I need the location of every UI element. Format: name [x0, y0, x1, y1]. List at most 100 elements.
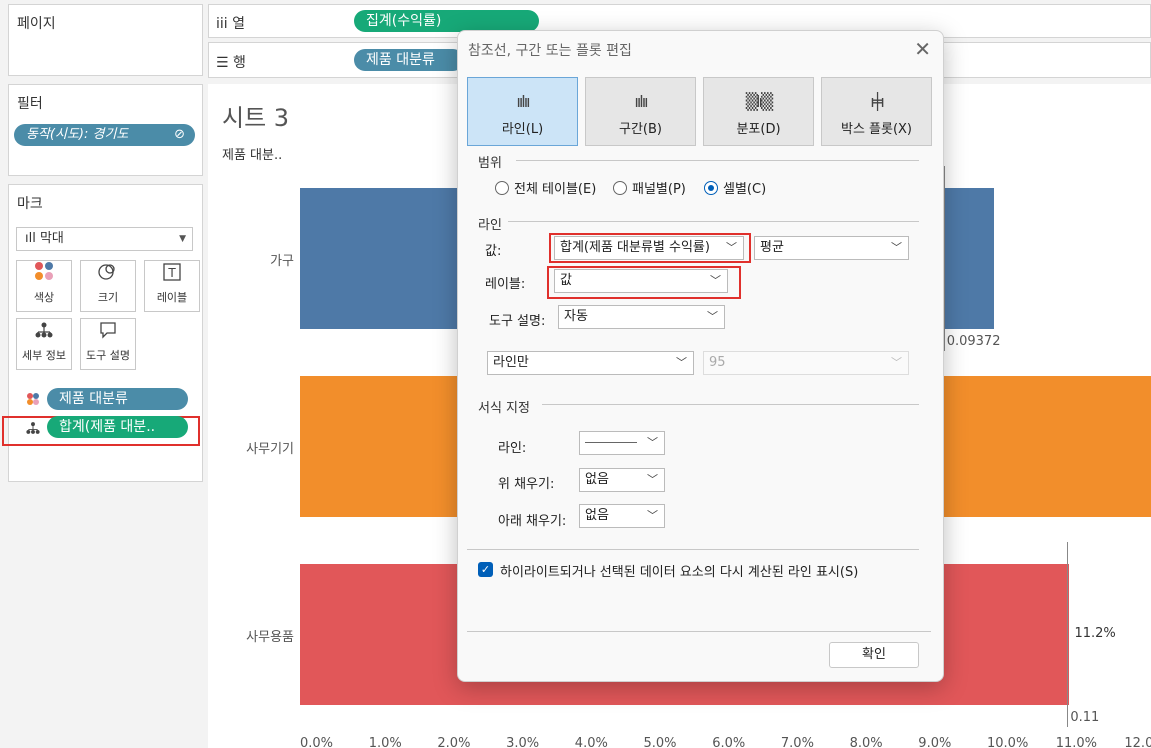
- line-type-icon: ıılıı: [516, 92, 530, 111]
- columns-pill[interactable]: 집계(수익률): [354, 10, 539, 32]
- reference-label: 0.11: [1070, 710, 1100, 725]
- distribution-type-icon: ▒lı▒: [745, 92, 774, 111]
- chevron-down-icon: ﹀: [891, 241, 902, 254]
- ok-button[interactable]: 확인: [829, 642, 919, 668]
- rows-pill-label: 제품 대분류: [366, 52, 435, 68]
- section-divider: [542, 404, 919, 405]
- line-mode-dropdown[interactable]: 라인만 ﹀: [487, 351, 694, 375]
- scope-pane-radio[interactable]: 패널별(P): [613, 178, 686, 197]
- size-button[interactable]: 크기: [80, 260, 136, 312]
- mark-pill-category[interactable]: 제품 대분류: [47, 388, 188, 410]
- radio-circle-selected: [704, 180, 718, 195]
- label-button[interactable]: T 레이블: [144, 260, 200, 312]
- reference-label: 0.09372: [946, 334, 1001, 349]
- fill-below-dropdown[interactable]: 없음 ﹀: [579, 504, 665, 528]
- dropdown-arrow-icon: ▼: [179, 234, 186, 244]
- scope-table-radio[interactable]: 전체 테이블(E): [495, 178, 596, 197]
- highlight-box: [547, 266, 741, 299]
- recalculate-checkbox-label: 하이라이트되거나 선택된 데이터 요소의 다시 계산된 라인 표시(S): [500, 565, 859, 580]
- scope-table-label: 전체 테이블(E): [514, 182, 597, 197]
- fill-above-text: 없음: [585, 472, 609, 487]
- aggregation-text: 평균: [760, 240, 784, 255]
- marks-title: 마크: [17, 196, 43, 212]
- tooltip-dropdown[interactable]: 자동 ﹀: [558, 305, 725, 329]
- detail-label: 세부 정보: [22, 349, 66, 362]
- scope-pane-label: 패널별(P): [632, 182, 686, 197]
- scope-section-label: 범위: [478, 156, 502, 171]
- value-label: 값:: [485, 244, 502, 259]
- pages-panel: 페이지: [8, 4, 203, 76]
- chevron-down-icon: ﹀: [647, 473, 658, 486]
- size-label: 크기: [97, 291, 119, 304]
- detail-icon: [17, 319, 71, 347]
- section-divider: [516, 160, 919, 161]
- confidence-dropdown: 95 ﹀: [703, 351, 909, 375]
- x-tick-label: 5.0%: [643, 736, 677, 748]
- x-tick-label: 10.0%: [987, 736, 1029, 748]
- data-label: 11.2%: [1074, 626, 1116, 641]
- tab-boxplot[interactable]: ı╪ı 박스 플롯(X): [821, 77, 932, 146]
- tab-line-label: 라인(L): [501, 122, 544, 137]
- label-icon: T: [145, 261, 199, 289]
- radio-circle: [613, 180, 627, 195]
- color-label: 색상: [33, 291, 55, 304]
- section-divider: [467, 549, 919, 550]
- x-tick-label: 4.0%: [574, 736, 608, 748]
- tab-line[interactable]: ıılıı 라인(L): [467, 77, 578, 146]
- tooltip-label: 도구 설명: [86, 349, 130, 362]
- tab-boxplot-label: 박스 플롯(X): [840, 122, 913, 137]
- columns-label-text: 열: [232, 16, 246, 32]
- x-tick-label: 3.0%: [506, 736, 540, 748]
- x-tick-label: 7.0%: [780, 736, 814, 748]
- format-section-label: 서식 지정: [478, 401, 530, 416]
- reference-line[interactable]: [1067, 542, 1069, 727]
- tooltip-icon: [81, 319, 135, 347]
- rows-label-text: 행: [233, 55, 246, 71]
- mark-type-dropdown[interactable]: ıll 막대 ▼: [16, 227, 193, 251]
- bar-chart-icon: ıll: [25, 231, 40, 246]
- recalculate-checkbox[interactable]: ✓: [478, 562, 493, 577]
- label-field-label: 레이블:: [485, 277, 526, 292]
- x-tick-label: 1.0%: [368, 736, 402, 748]
- label-label: 레이블: [156, 291, 188, 304]
- scope-cell-radio[interactable]: 셀별(C): [704, 178, 766, 197]
- category-label: 가구: [270, 253, 294, 269]
- color-button[interactable]: 색상: [16, 260, 72, 312]
- x-tick-label: 9.0%: [918, 736, 952, 748]
- scope-cell-label: 셀별(C): [723, 182, 767, 197]
- color-icon: [26, 392, 40, 409]
- boxplot-type-icon: ı╪ı: [870, 92, 885, 111]
- columns-label: iii 열: [216, 13, 245, 33]
- detail-button[interactable]: 세부 정보: [16, 318, 72, 370]
- format-line-label: 라인:: [498, 441, 527, 456]
- mark-pill-sum[interactable]: 합계(제품 대분..: [47, 416, 188, 438]
- filter-pill[interactable]: 동작(시도): 경기도 ⊘: [14, 124, 195, 146]
- x-tick-label: 0.0%: [300, 736, 334, 748]
- fill-above-dropdown[interactable]: 없음 ﹀: [579, 468, 665, 492]
- chevron-down-icon: ﹀: [647, 509, 658, 522]
- pages-title: 페이지: [17, 16, 56, 32]
- tab-distribution-label: 분포(D): [736, 122, 781, 137]
- fill-above-label: 위 채우기:: [498, 477, 555, 492]
- close-icon[interactable]: ✕: [914, 37, 931, 61]
- aggregation-dropdown[interactable]: 평균 ﹀: [754, 236, 909, 260]
- x-tick-label: 12.0%: [1124, 736, 1151, 748]
- chevron-down-icon: ﹀: [676, 356, 687, 369]
- fill-below-label: 아래 채우기:: [498, 514, 567, 529]
- tooltip-dropdown-text: 자동: [564, 309, 588, 324]
- tab-band[interactable]: ıılıı 구간(B): [585, 77, 696, 146]
- tooltip-button[interactable]: 도구 설명: [80, 318, 136, 370]
- category-label: 사무기기: [246, 441, 294, 457]
- fill-below-text: 없음: [585, 508, 609, 523]
- band-type-icon: ıılıı: [634, 92, 648, 111]
- chevron-down-icon: ﹀: [891, 356, 902, 369]
- tab-distribution[interactable]: ▒lı▒ 분포(D): [703, 77, 814, 146]
- x-tick-label: 11.0%: [1055, 736, 1097, 748]
- rows-pill[interactable]: 제품 대분류: [354, 49, 464, 71]
- reference-line-dialog: 참조선, 구간 또는 플롯 편집 ✕ ıılıı 라인(L) ıılıı 구간(…: [457, 30, 944, 682]
- x-tick-label: 8.0%: [849, 736, 883, 748]
- color-icon: [17, 261, 71, 289]
- radio-circle: [495, 180, 509, 195]
- detail-icon: [26, 421, 40, 438]
- line-style-dropdown[interactable]: ﹀: [579, 431, 665, 455]
